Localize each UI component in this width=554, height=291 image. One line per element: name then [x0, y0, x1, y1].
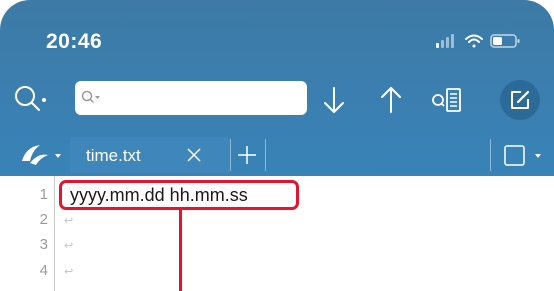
tab-separator — [490, 139, 491, 171]
tab-bar: time.txt — [0, 135, 554, 176]
edit-button[interactable] — [500, 80, 540, 120]
search-options-icon[interactable] — [81, 90, 101, 111]
gutter-divider — [54, 176, 55, 291]
tab-title: time.txt — [86, 146, 141, 165]
cellular-signal-icon — [436, 34, 454, 48]
line-number: 3 — [39, 236, 48, 253]
text-editor[interactable]: 1 2 3 4 yyyy.mm.dd hh.mm.ss ↩ ↩ ↩ — [0, 176, 554, 291]
status-time: 20:46 — [46, 30, 103, 53]
tab-separator — [230, 139, 231, 171]
line-number: 1 — [39, 186, 48, 203]
tab-separator — [265, 139, 266, 171]
search-input[interactable] — [101, 81, 305, 117]
phone-screen: 20:46 time.txt 1 2 3 4 yyyy.mm.dd hh.mm.… — [0, 0, 554, 291]
app-header: 20:46 time.txt — [0, 0, 554, 176]
return-mark-icon: ↩ — [64, 266, 74, 278]
search-icon[interactable] — [12, 82, 48, 123]
line-number: 2 — [39, 211, 48, 228]
highlight-pointer-line — [179, 210, 182, 291]
find-in-file-icon[interactable] — [430, 84, 464, 121]
search-box[interactable] — [75, 81, 307, 117]
highlight-box — [59, 180, 299, 210]
close-icon[interactable] — [185, 146, 203, 169]
tab-list-icon[interactable] — [503, 144, 549, 173]
wifi-icon — [465, 34, 483, 48]
tab-time-txt[interactable]: time.txt — [70, 137, 230, 173]
add-icon[interactable] — [235, 143, 259, 172]
toolbar — [0, 78, 554, 122]
line-number: 4 — [39, 262, 48, 279]
return-mark-icon: ↩ — [64, 215, 74, 227]
battery-icon — [490, 34, 520, 48]
status-icons — [436, 33, 536, 49]
edit-icon — [509, 89, 531, 116]
down-arrow-icon[interactable] — [318, 82, 350, 123]
up-arrow-icon[interactable] — [375, 82, 407, 123]
return-mark-icon: ↩ — [64, 240, 74, 252]
app-logo-icon[interactable] — [18, 141, 64, 174]
